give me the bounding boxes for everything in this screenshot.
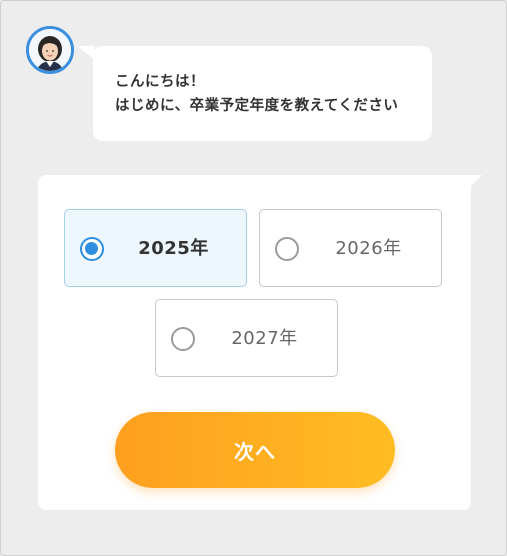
greeting-line-2: はじめに、卒業予定年度を教えてください — [115, 98, 399, 114]
greeting-bubble: こんにちは！ はじめに、卒業予定年度を教えてください — [77, 46, 432, 141]
greeting-text: こんにちは！ はじめに、卒業予定年度を教えてください — [115, 70, 398, 118]
option-2026[interactable]: 2026年 — [259, 209, 442, 287]
option-2027[interactable]: 2027年 — [155, 299, 338, 377]
radio-unchecked-icon[interactable] — [275, 237, 299, 261]
option-label: 2027年 — [231, 328, 298, 349]
radio-checked-icon[interactable] — [80, 237, 104, 261]
chat-frame: こんにちは！ はじめに、卒業予定年度を教えてください 2025年 2026年 2… — [0, 0, 507, 556]
advisor-avatar — [26, 26, 74, 74]
option-label: 2025年 — [138, 238, 209, 259]
option-2025[interactable]: 2025年 — [64, 209, 247, 287]
greeting-line-1: こんにちは！ — [115, 74, 205, 90]
radio-unchecked-icon[interactable] — [171, 327, 195, 351]
option-label: 2026年 — [335, 238, 402, 259]
next-button[interactable]: 次へ — [115, 412, 395, 488]
